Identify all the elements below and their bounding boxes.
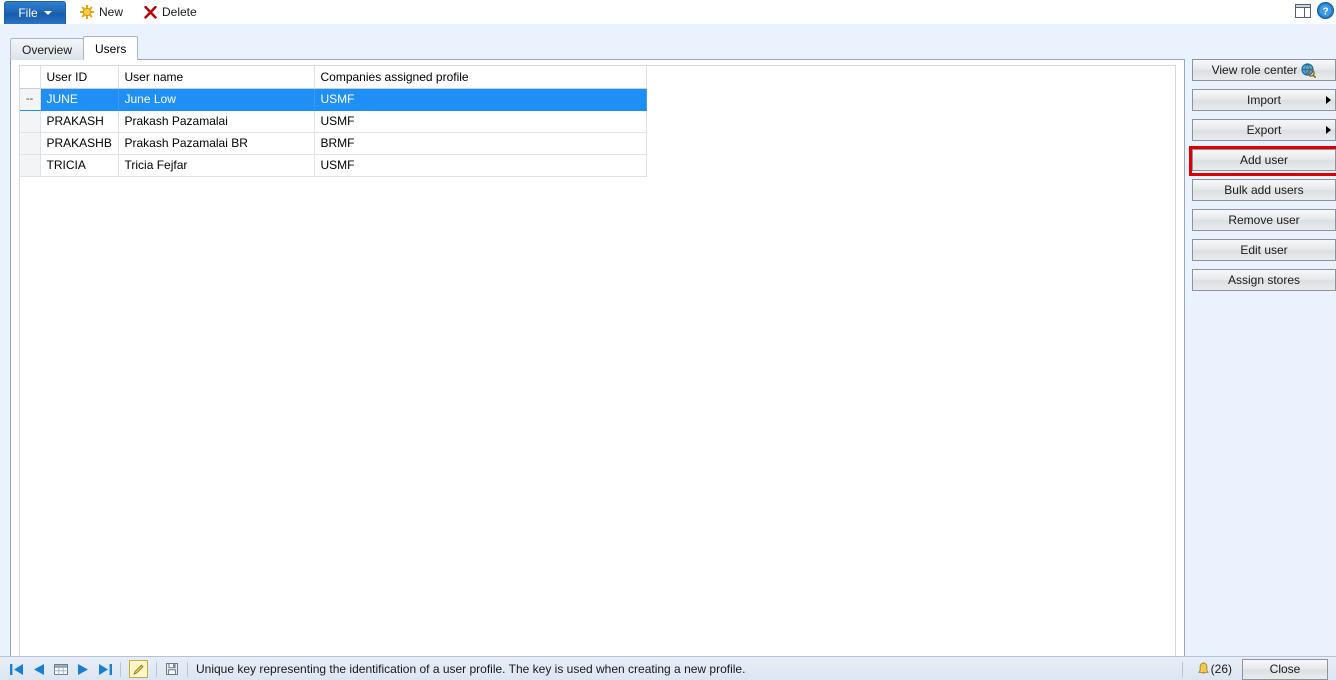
cell-company[interactable]: USMF <box>314 110 647 133</box>
edit-pencil-icon <box>132 663 145 676</box>
notification-indicator[interactable]: (26) <box>1197 662 1232 676</box>
status-divider <box>156 661 157 677</box>
window-layout-icon[interactable] <box>1295 3 1311 18</box>
column-header-companies-assigned-profile[interactable]: Companies assigned profile <box>314 66 647 89</box>
action-sidebar: View role center Import Export Add user … <box>1189 59 1336 299</box>
column-header-user-id[interactable]: User ID <box>40 66 119 89</box>
users-grid-container: User ID User name Companies assigned pro… <box>19 65 1176 659</box>
svg-text:?: ? <box>1322 7 1328 18</box>
row-marker <box>20 132 41 155</box>
status-divider <box>1181 661 1183 677</box>
cell-company[interactable]: USMF <box>314 88 647 111</box>
cell-company[interactable]: USMF <box>314 154 647 177</box>
close-button[interactable]: Close <box>1242 658 1328 680</box>
status-divider <box>187 661 188 677</box>
status-bar-right: (26) Close <box>1174 658 1336 680</box>
bulk-add-users-label: Bulk add users <box>1224 183 1304 197</box>
help-circle-icon[interactable]: ? <box>1317 2 1334 19</box>
add-user-button[interactable]: Add user <box>1189 146 1336 176</box>
cell-user-id[interactable]: TRICIA <box>40 154 119 177</box>
last-record-icon[interactable] <box>98 663 112 676</box>
cell-user-id[interactable]: PRAKASH <box>40 110 119 133</box>
export-button[interactable]: Export <box>1192 119 1336 141</box>
delete-button-label: Delete <box>162 5 197 19</box>
file-menu-button[interactable]: File <box>4 1 66 24</box>
table-header-row: User ID User name Companies assigned pro… <box>20 66 647 89</box>
top-toolbar: File New Delete ? <box>0 0 1336 25</box>
cell-company[interactable]: BRMF <box>314 132 647 155</box>
import-button[interactable]: Import <box>1192 89 1336 111</box>
status-bar: Unique key representing the identificati… <box>0 656 1336 680</box>
tab-overview-label: Overview <box>22 42 73 57</box>
table-row[interactable]: PRAKASH Prakash Pazamalai USMF <box>20 110 647 133</box>
application-window: File New Delete ? Overview Users User ID… <box>0 0 1336 680</box>
bulk-add-users-button[interactable]: Bulk add users <box>1192 179 1336 201</box>
status-divider <box>120 661 121 677</box>
delete-x-icon <box>144 5 157 19</box>
save-icon[interactable] <box>165 662 179 676</box>
edit-user-label: Edit user <box>1240 243 1288 257</box>
table-row[interactable]: -- JUNE June Low USMF <box>20 88 647 111</box>
file-menu-label: File <box>18 6 38 20</box>
first-record-icon[interactable] <box>10 663 24 676</box>
assign-stores-label: Assign stores <box>1227 273 1301 287</box>
table-row[interactable]: PRAKASHB Prakash Pazamalai BR BRMF <box>20 132 647 155</box>
content-panel: User ID User name Companies assigned pro… <box>10 59 1185 667</box>
next-record-icon[interactable] <box>77 663 89 676</box>
tab-overview[interactable]: Overview <box>10 38 85 60</box>
export-label: Export <box>1246 123 1282 137</box>
cell-user-name[interactable]: Tricia Fejfar <box>118 154 315 177</box>
remove-user-button[interactable]: Remove user <box>1192 209 1336 231</box>
tab-users[interactable]: Users <box>83 36 139 60</box>
edit-record-button[interactable] <box>129 660 148 678</box>
page-body: Overview Users User ID User name Compani… <box>0 24 1336 667</box>
edit-user-button[interactable]: Edit user <box>1192 239 1336 261</box>
cell-user-id[interactable]: PRAKASHB <box>40 132 119 155</box>
cell-user-name[interactable]: June Low <box>118 88 315 111</box>
delete-button[interactable]: Delete <box>140 2 201 22</box>
record-navigation <box>0 663 112 676</box>
tab-strip: Overview Users <box>10 36 139 60</box>
new-button[interactable]: New <box>76 2 127 22</box>
grid-view-icon[interactable] <box>54 663 68 676</box>
new-button-label: New <box>99 5 124 19</box>
row-marker <box>20 110 41 133</box>
new-star-icon <box>80 5 94 19</box>
assign-stores-button[interactable]: Assign stores <box>1192 269 1336 291</box>
chevron-down-icon <box>43 11 52 15</box>
notification-count: (26) <box>1210 662 1232 676</box>
bell-icon <box>1197 662 1210 676</box>
column-header-user-name[interactable]: User name <box>118 66 315 89</box>
tab-users-label: Users <box>95 41 127 56</box>
table-row[interactable]: TRICIA Tricia Fejfar USMF <box>20 154 647 177</box>
row-marker: -- <box>20 88 41 111</box>
row-marker <box>20 154 41 177</box>
remove-user-label: Remove user <box>1228 213 1300 227</box>
submenu-arrow-icon <box>1326 96 1331 104</box>
column-header-gutter <box>20 66 41 89</box>
cell-user-name[interactable]: Prakash Pazamalai BR <box>118 132 315 155</box>
users-grid: User ID User name Companies assigned pro… <box>20 66 647 177</box>
previous-record-icon[interactable] <box>33 663 45 676</box>
window-controls: ? <box>1295 2 1334 19</box>
submenu-arrow-icon <box>1326 126 1331 134</box>
view-role-center-label: View role center <box>1211 63 1298 77</box>
cell-user-id[interactable]: JUNE <box>40 88 119 111</box>
cell-user-name[interactable]: Prakash Pazamalai <box>118 110 315 133</box>
view-role-center-button[interactable]: View role center <box>1192 59 1336 81</box>
close-button-label: Close <box>1269 662 1301 676</box>
status-message: Unique key representing the identificati… <box>196 662 746 676</box>
add-user-label: Add user <box>1239 153 1289 167</box>
globe-search-icon <box>1301 62 1317 78</box>
import-label: Import <box>1246 93 1281 107</box>
